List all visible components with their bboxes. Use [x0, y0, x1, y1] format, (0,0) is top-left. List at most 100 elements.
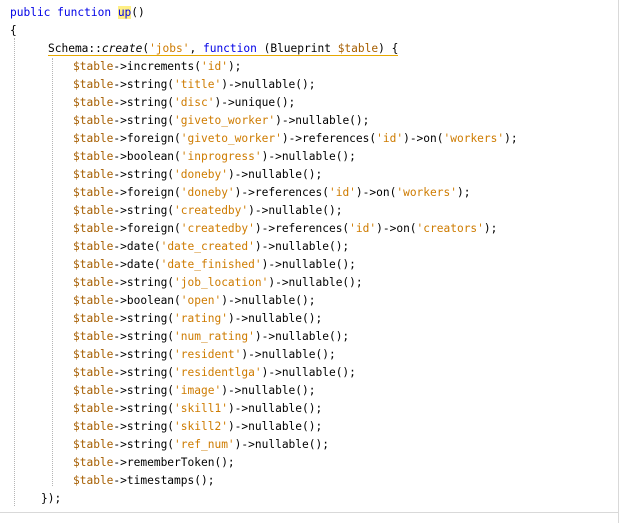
method-tail: )->nullable(); — [261, 258, 356, 271]
code-statement-line: $table->timestamps(); — [73, 472, 214, 490]
table-variable: $table — [73, 474, 114, 487]
table-variable: $table — [73, 132, 114, 145]
column-name-string: 'doneby' — [180, 186, 235, 199]
code-statement-line: $table->string('title')->nullable(); — [73, 76, 316, 94]
method-tail: )->nullable(); — [261, 366, 356, 379]
reference-column-string: 'id' — [349, 222, 377, 235]
method-tail: )->nullable(); — [275, 114, 370, 127]
table-variable: $table — [73, 168, 114, 181]
function-signature-line: public function up() — [10, 4, 145, 22]
code-statement-line: $table->string('disc')->unique(); — [73, 94, 295, 112]
method-call: ->string( — [113, 420, 175, 433]
method-call: ->string( — [113, 168, 175, 181]
method-tail: )->nullable(); — [254, 240, 350, 253]
column-name-string: 'id' — [200, 60, 228, 73]
schema-table-name: 'jobs' — [149, 42, 190, 55]
method-tail: )->nullable(); — [227, 420, 323, 433]
code-editor[interactable]: public function up() { Schema::create('j… — [0, 0, 622, 523]
schema-create-call: Schema::create('jobs', function (Bluepri… — [48, 42, 399, 56]
method-call: ->boolean( — [113, 294, 181, 307]
method-call: ->string( — [113, 312, 175, 325]
schema-comma: , — [189, 42, 203, 55]
method-call: ->string( — [113, 276, 175, 289]
method-tail: )->on( — [376, 222, 417, 235]
open-brace: { — [10, 24, 17, 37]
method-tail: )->unique(); — [214, 96, 296, 109]
column-name-string: 'disc' — [174, 96, 215, 109]
table-variable: $table — [73, 438, 114, 451]
method-call: ->increments( — [113, 60, 201, 73]
method-call: ->date( — [113, 240, 161, 253]
table-variable: $table — [73, 96, 114, 109]
table-variable: $table — [73, 60, 114, 73]
method-tail: ); — [227, 60, 242, 73]
method-call: ->foreign( — [113, 222, 181, 235]
indent-guide-outer — [14, 38, 15, 506]
column-name-string: 'giveto_worker' — [180, 132, 282, 145]
method-tail: )->nullable(); — [241, 348, 336, 361]
method-call: ->foreign( — [113, 132, 181, 145]
table-variable: $table — [73, 456, 114, 469]
code-statement-line: $table->foreign('giveto_worker')->refere… — [73, 130, 518, 148]
method-tail: )->nullable(); — [254, 330, 350, 343]
close-inner: }); — [41, 492, 62, 505]
method-call: ->string( — [113, 438, 175, 451]
column-name-string: 'resident' — [174, 348, 242, 361]
method-call: ->boolean( — [113, 150, 181, 163]
reference-table-string: 'creators' — [416, 222, 484, 235]
closure-open-brace: { — [384, 42, 399, 55]
method-call: ->string( — [113, 78, 175, 91]
method-call: ->string( — [113, 384, 175, 397]
schema-create-line: Schema::create('jobs', function (Bluepri… — [48, 40, 399, 58]
schema-method: create — [101, 42, 143, 55]
column-name-string: 'giveto_worker' — [174, 114, 276, 127]
code-statement-line: $table->boolean('open')->nullable(); — [73, 292, 316, 310]
method-tail: )->nullable(); — [227, 168, 323, 181]
keyword-public: public — [10, 6, 51, 19]
table-variable: $table — [73, 78, 114, 91]
method-call: ->string( — [113, 330, 175, 343]
method-call: ->rememberToken(); — [113, 456, 235, 469]
code-statement-line: $table->string('skill1')->nullable(); — [73, 400, 322, 418]
table-variable: $table — [73, 294, 114, 307]
function-parens: () — [131, 6, 145, 19]
method-tail: )->on( — [355, 186, 397, 199]
keyword-function: function — [57, 6, 112, 19]
method-tail: )->nullable(); — [268, 276, 363, 289]
reference-column-string: 'id' — [376, 132, 404, 145]
table-variable: $table — [73, 348, 114, 361]
method-call: ->foreign( — [113, 186, 181, 199]
schema-prefix: Schema:: — [48, 42, 102, 55]
table-variable: $table — [73, 186, 114, 199]
function-name: up — [117, 6, 132, 19]
column-name-string: 'ref_num' — [174, 438, 235, 451]
table-variable: $table — [73, 258, 114, 271]
code-statement-line: $table->date('date_finished')->nullable(… — [73, 256, 356, 274]
code-statement-line: $table->string('residentlga')->nullable(… — [73, 364, 356, 382]
method-tail: )->references( — [234, 186, 329, 199]
method-call: ->string( — [113, 348, 175, 361]
table-variable: $table — [73, 420, 114, 433]
code-statement-line: $table->string('image')->nullable(); — [73, 382, 316, 400]
table-variable: $table — [73, 114, 114, 127]
code-statement-line: $table->string('ref_num')->nullable(); — [73, 436, 329, 454]
method-tail: )->nullable(); — [221, 78, 316, 91]
method-tail: )->nullable(); — [227, 402, 323, 415]
method-call: ->string( — [113, 402, 175, 415]
column-name-string: 'skill1' — [174, 402, 228, 415]
method-call: ->string( — [113, 114, 175, 127]
column-name-string: 'createdby' — [174, 204, 249, 217]
reference-table-string: 'workers' — [443, 132, 505, 145]
method-tail: )->on( — [403, 132, 444, 145]
code-statement-line: $table->string('rating')->nullable(); — [73, 310, 322, 328]
method-call: ->timestamps(); — [113, 474, 215, 487]
close-inner-line: }); — [41, 490, 61, 508]
code-statement-line: $table->increments('id'); — [73, 58, 241, 76]
method-tail: )->nullable(); — [227, 312, 323, 325]
code-statement-line: $table->string('num_rating')->nullable()… — [73, 328, 349, 346]
table-variable: $table — [73, 366, 114, 379]
code-statement-line: $table->string('createdby')->nullable(); — [73, 202, 342, 220]
method-tail: )->nullable(); — [234, 438, 329, 451]
closure-param-type: (Blueprint — [256, 42, 338, 55]
table-variable: $table — [73, 384, 114, 397]
